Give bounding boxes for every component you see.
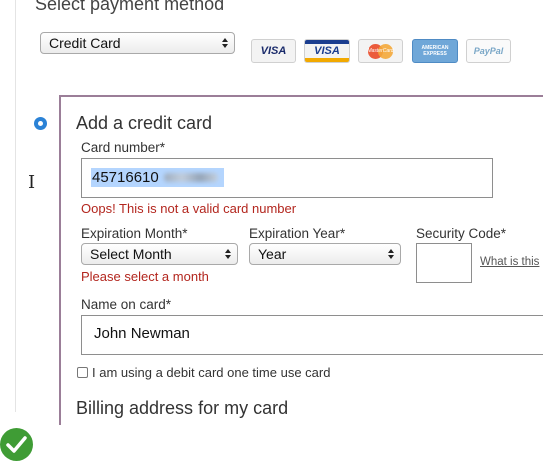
page-title: Select payment method bbox=[35, 0, 225, 14]
payment-type-select[interactable]: Credit Card bbox=[40, 32, 235, 54]
paypal-logo-text: PayPal bbox=[473, 46, 504, 56]
visa-gold-logo-text: VISA bbox=[314, 45, 340, 57]
expiration-year-select[interactable]: Year bbox=[249, 243, 401, 265]
expiration-month-value: Select Month bbox=[90, 246, 172, 262]
name-on-card-value: John Newman bbox=[94, 325, 190, 342]
select-arrows-icon bbox=[224, 249, 231, 259]
billing-address-heading: Billing address for my card bbox=[76, 398, 289, 418]
mastercard-logo-text: MasterCard bbox=[367, 48, 394, 54]
select-arrows-icon bbox=[387, 249, 394, 259]
text-cursor-icon: I bbox=[28, 172, 36, 193]
visa-gold-icon: VISA bbox=[304, 39, 350, 63]
credit-card-radio[interactable] bbox=[34, 117, 47, 130]
name-on-card-input[interactable]: John Newman bbox=[81, 315, 543, 355]
amex-icon: AMERICAN EXPRESS bbox=[412, 39, 458, 63]
amex-logo-text: AMERICAN EXPRESS bbox=[421, 45, 449, 57]
security-code-input[interactable] bbox=[416, 243, 472, 283]
paypal-icon: PayPal bbox=[466, 39, 511, 63]
expiration-year-label: Expiration Year* bbox=[249, 226, 346, 241]
name-on-card-label: Name on card* bbox=[81, 297, 172, 312]
card-number-input[interactable]: 45716610 bbox=[81, 158, 493, 198]
card-number-error: Oops! This is not a valid card number bbox=[81, 201, 297, 216]
what-is-this-link[interactable]: What is this bbox=[480, 256, 539, 268]
visa-logo-text: VISA bbox=[260, 45, 287, 57]
left-divider bbox=[15, 0, 16, 412]
expiration-year-value: Year bbox=[258, 246, 287, 262]
card-number-blurred-digits bbox=[159, 168, 224, 187]
expiration-month-label: Expiration Month* bbox=[81, 226, 188, 241]
expiration-month-error: Please select a month bbox=[81, 269, 209, 284]
debit-card-checkbox-label: I am using a debit card one time use car… bbox=[92, 365, 331, 380]
checkmark-icon bbox=[6, 436, 27, 453]
select-arrows-icon bbox=[221, 38, 228, 48]
card-number-value: 45716610 bbox=[91, 168, 160, 187]
expiration-month-select[interactable]: Select Month bbox=[81, 243, 238, 265]
card-number-label: Card number* bbox=[81, 140, 166, 155]
security-code-label: Security Code* bbox=[416, 226, 507, 241]
debit-card-checkbox[interactable] bbox=[77, 367, 88, 378]
payment-type-value: Credit Card bbox=[49, 35, 121, 51]
add-credit-card-heading: Add a credit card bbox=[76, 113, 213, 133]
visa-icon: VISA bbox=[251, 39, 296, 63]
success-check-icon bbox=[0, 428, 33, 461]
mastercard-icon: MasterCard bbox=[358, 39, 403, 63]
